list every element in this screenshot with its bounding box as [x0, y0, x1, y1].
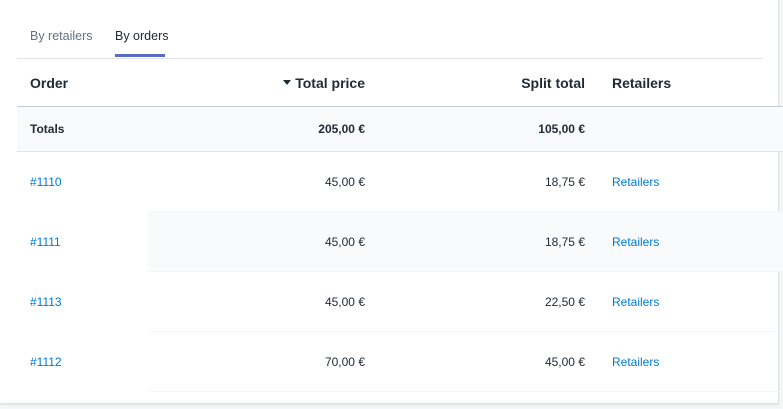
retailers-link[interactable]: Retailers	[612, 235, 659, 249]
retailers-link[interactable]: Retailers	[612, 355, 659, 369]
column-header-retailers: Retailers	[585, 59, 783, 107]
orders-card: By retailers By orders Order Total price…	[0, 0, 783, 404]
row-total-price: 45,00 €	[148, 271, 365, 332]
tab-bar: By retailers By orders	[17, 0, 763, 59]
column-header-order: Order	[17, 59, 148, 107]
retailers-link[interactable]: Retailers	[612, 175, 659, 189]
column-header-total-price[interactable]: Total price	[148, 59, 365, 107]
active-tab-indicator	[115, 54, 165, 57]
order-link[interactable]: #1113	[30, 295, 62, 309]
tab-by-retailers[interactable]: By retailers	[30, 29, 93, 43]
table-row: #1111 45,00 € 18,75 € Retailers	[17, 211, 783, 272]
table-header-row: Order Total price Split total Retailers	[17, 59, 783, 107]
orders-table: Order Total price Split total Retailers …	[17, 59, 783, 392]
totals-retailers-empty	[585, 106, 783, 152]
row-split-total: 22,50 €	[365, 271, 585, 332]
table-row: #1113 45,00 € 22,50 € Retailers	[17, 271, 783, 332]
totals-label: Totals	[17, 106, 148, 152]
row-total-price: 45,00 €	[148, 211, 365, 272]
sort-total-price-button[interactable]: Total price	[283, 75, 365, 91]
order-link[interactable]: #1110	[30, 175, 62, 189]
row-split-total: 18,75 €	[365, 211, 585, 272]
tab-by-orders[interactable]: By orders	[115, 29, 169, 43]
column-header-total-price-label: Total price	[295, 74, 365, 91]
table-row: #1112 70,00 € 45,00 € Retailers	[17, 331, 783, 392]
totals-total-price: 205,00 €	[148, 106, 365, 152]
order-link[interactable]: #1112	[30, 355, 62, 369]
row-split-total: 45,00 €	[365, 331, 585, 392]
retailers-link[interactable]: Retailers	[612, 295, 659, 309]
table-row: #1110 45,00 € 18,75 € Retailers	[17, 151, 783, 212]
row-split-total: 18,75 €	[365, 151, 585, 212]
column-header-split-total: Split total	[365, 59, 585, 107]
sort-descending-icon	[283, 80, 292, 86]
row-total-price: 45,00 €	[148, 151, 365, 212]
row-total-price: 70,00 €	[148, 331, 365, 392]
order-link[interactable]: #1111	[30, 235, 61, 249]
totals-split-total: 105,00 €	[365, 106, 585, 152]
totals-row: Totals 205,00 € 105,00 €	[17, 106, 783, 152]
